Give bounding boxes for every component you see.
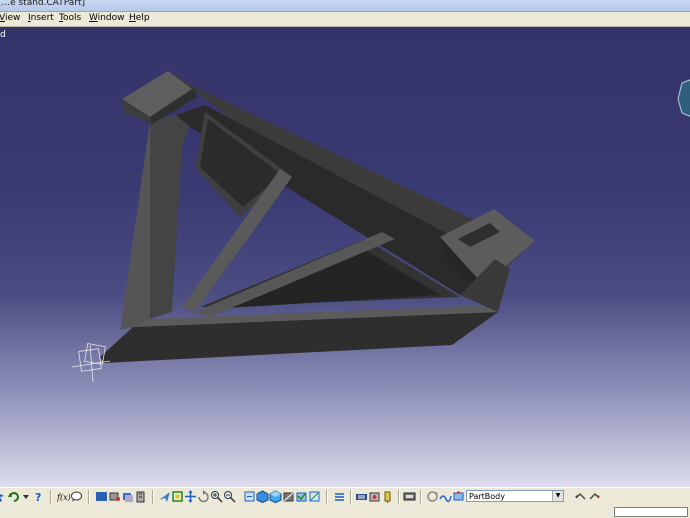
specification-tree-icon[interactable] xyxy=(95,490,108,503)
body-select-value: PartBody xyxy=(469,492,505,501)
shading-icon[interactable] xyxy=(269,490,282,503)
svg-text:f(x): f(x) xyxy=(57,493,70,502)
snapshot-icon[interactable] xyxy=(368,490,381,503)
menu-help[interactable]: Help xyxy=(129,13,150,23)
menu-window[interactable]: Window xyxy=(89,13,125,23)
undo-icon[interactable] xyxy=(7,490,20,503)
publish-icon[interactable] xyxy=(333,490,346,503)
menu-bar: View Insert Tools Window Help xyxy=(0,12,690,27)
menu-insert[interactable]: Insert xyxy=(28,13,54,23)
menu-tools[interactable]: Tools xyxy=(59,13,81,23)
toolbar-separator xyxy=(50,490,52,504)
whats-this-icon[interactable]: ? xyxy=(33,490,46,503)
update-icon[interactable] xyxy=(426,490,439,503)
scan-icon[interactable] xyxy=(439,490,452,503)
hide-icon[interactable] xyxy=(282,490,295,503)
window-title: [...e stand.CATPart] xyxy=(0,0,86,8)
bottom-toolbar: ? f(x) PartBody ▼ xyxy=(0,487,690,507)
tablet-stand-part-model[interactable] xyxy=(0,27,690,487)
chevron-down-icon[interactable]: ▼ xyxy=(552,491,563,501)
3d-viewport[interactable]: d xyxy=(0,27,690,487)
rotate-icon[interactable] xyxy=(197,490,210,503)
comment-icon[interactable] xyxy=(70,490,83,503)
iso-view-icon[interactable] xyxy=(256,490,269,503)
zoom-out-icon[interactable] xyxy=(223,490,236,503)
toolbar-separator xyxy=(152,490,154,504)
hide-show-icon[interactable] xyxy=(108,490,121,503)
compass-icon[interactable] xyxy=(676,79,690,149)
toolbar-separator xyxy=(88,490,90,504)
parameters-icon[interactable] xyxy=(355,490,368,503)
toolbar-separator xyxy=(350,490,352,504)
pan-icon[interactable] xyxy=(184,490,197,503)
toolbar-separator xyxy=(420,490,422,504)
undo-dropdown-icon[interactable] xyxy=(20,490,33,503)
svg-text:?: ? xyxy=(35,491,41,503)
catia-window: [...e stand.CATPart] View Insert Tools W… xyxy=(0,0,690,518)
swap-visible-icon[interactable] xyxy=(295,490,308,503)
create-axis-icon[interactable] xyxy=(308,490,321,503)
title-bar: [...e stand.CATPart] xyxy=(0,0,690,12)
scan-previous-icon[interactable] xyxy=(574,490,587,503)
status-bar xyxy=(0,506,690,518)
vertical-column-side xyxy=(150,115,190,319)
fly-mode-icon[interactable] xyxy=(158,490,171,503)
body-select-dropdown[interactable]: PartBody ▼ xyxy=(466,490,564,502)
scan-next-icon[interactable] xyxy=(588,490,601,503)
fit-all-icon[interactable] xyxy=(171,490,184,503)
menu-view[interactable]: View xyxy=(0,13,20,23)
zoom-in-icon[interactable] xyxy=(210,490,223,503)
swap-icon[interactable] xyxy=(121,490,134,503)
analysis-icon[interactable] xyxy=(381,490,394,503)
formula-icon[interactable]: f(x) xyxy=(57,490,70,503)
command-input[interactable] xyxy=(614,507,688,517)
toolbar-separator xyxy=(326,490,328,504)
select-icon[interactable] xyxy=(0,490,7,503)
toolbar-separator xyxy=(398,490,400,504)
normal-view-icon[interactable] xyxy=(243,490,256,503)
measure-icon[interactable] xyxy=(134,490,147,503)
knowledge-icon[interactable] xyxy=(403,490,416,503)
body-select-icon[interactable] xyxy=(452,490,465,503)
